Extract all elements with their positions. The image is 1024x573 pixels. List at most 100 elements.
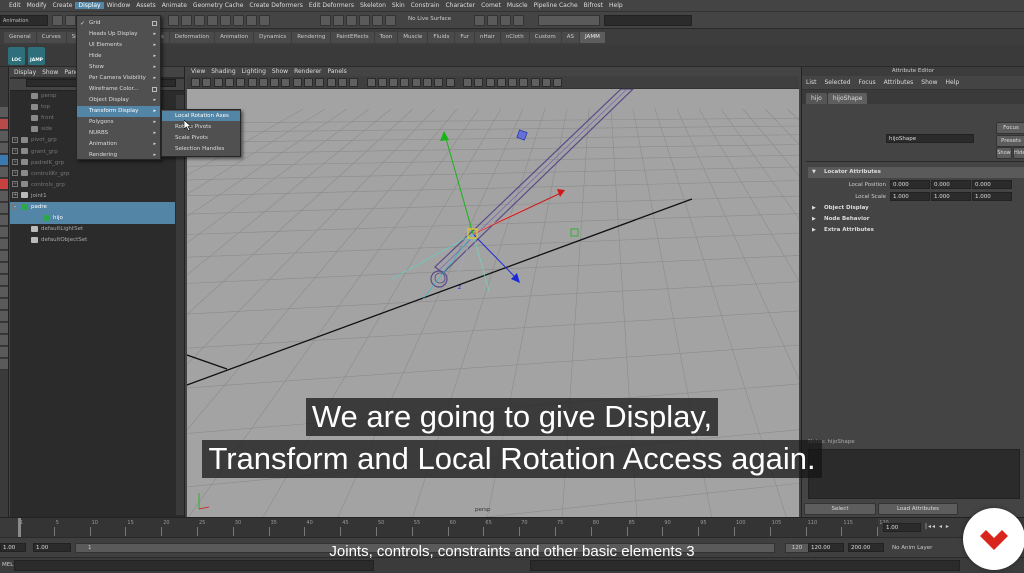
command-input[interactable] <box>14 560 374 571</box>
option-box-icon[interactable] <box>152 87 157 92</box>
viewport-tool-icon-11[interactable] <box>304 78 313 87</box>
viewport-tool-icon-31[interactable] <box>542 78 551 87</box>
shelf-tab-jamm[interactable]: JAMM <box>580 31 605 43</box>
ipr-icon[interactable] <box>346 15 357 26</box>
display-menu-item-grid[interactable]: ✓ Grid <box>77 18 160 29</box>
viewport-tool-icon-22[interactable] <box>434 78 444 87</box>
tool-icon-12[interactable] <box>0 239 8 250</box>
open-scene-icon[interactable] <box>65 15 76 26</box>
focus-button[interactable]: Focus <box>996 122 1024 134</box>
magnet-icon[interactable] <box>385 15 396 26</box>
toggle-tool-icon[interactable] <box>487 15 498 26</box>
outliner-row-joint1[interactable]: + joint1 <box>10 191 175 202</box>
viewport-tool-icon-10[interactable] <box>292 78 302 87</box>
select-component-icon[interactable] <box>194 15 205 26</box>
shelf-tab-custom[interactable]: Custom <box>529 31 561 43</box>
tool-icon-8[interactable] <box>0 191 8 202</box>
toggle-layer-icon[interactable] <box>513 15 524 26</box>
transform-menu-item-rotate-pivots[interactable]: Rotate Pivots <box>162 122 240 132</box>
ae-menu-help[interactable]: Help <box>945 79 959 86</box>
tool-icon-13[interactable] <box>0 251 8 262</box>
display-menu-item-heads-up-display[interactable]: Heads Up Display ▸ <box>77 29 160 40</box>
viewport-tool-icon-16[interactable] <box>366 78 376 87</box>
tool-icon-15[interactable] <box>0 275 8 286</box>
outliner-menu-display[interactable]: Display <box>14 69 36 76</box>
shelf-tab-general[interactable]: General <box>4 31 36 43</box>
mel-label[interactable]: MEL <box>2 562 13 568</box>
snap-plane-icon[interactable] <box>246 15 257 26</box>
viewport-menu-view[interactable]: View <box>191 68 205 75</box>
shelf-tab-fur[interactable]: Fur <box>455 31 475 43</box>
tool-icon-22[interactable] <box>0 359 8 370</box>
menu-skin[interactable]: Skin <box>389 2 408 9</box>
viewport-menu-show[interactable]: Show <box>272 68 288 75</box>
display-menu-item-polygons[interactable]: Polygons ▸ <box>77 117 160 128</box>
expand-toggle-icon[interactable]: + <box>12 170 18 177</box>
jamp-shelf-icon[interactable]: JAMP <box>28 47 45 65</box>
viewport-tool-icon-6[interactable] <box>247 78 257 87</box>
outliner-row-padre[interactable]: - padre <box>10 202 175 213</box>
shelf-tab-painteffects[interactable]: PaintEffects <box>331 31 374 43</box>
local-position-x[interactable]: 0.000 <box>890 180 930 189</box>
manip-green-cube[interactable] <box>570 228 579 237</box>
menu-assets[interactable]: Assets <box>133 2 159 9</box>
menu-constrain[interactable]: Constrain <box>408 2 443 9</box>
tool-icon-10[interactable] <box>0 215 8 226</box>
ae-menu-focus[interactable]: Focus <box>859 79 876 86</box>
tool-icon-17[interactable] <box>0 299 8 310</box>
time-slider-ticks[interactable]: 1 5 10 15 20 25 30 35 40 45 50 55 60 65 70 75 80 85 90 95 10… <box>18 518 889 538</box>
tool-icon-7[interactable] <box>0 179 8 190</box>
local-scale-y[interactable]: 1.000 <box>931 192 971 201</box>
outliner-menu-show[interactable]: Show <box>42 69 58 76</box>
snap-point-icon[interactable] <box>233 15 244 26</box>
menu-animate[interactable]: Animate <box>159 2 190 9</box>
menu-geometry-cache[interactable]: Geometry Cache <box>190 2 246 9</box>
shelf-tab-fluids[interactable]: Fluids <box>428 31 455 43</box>
history-icon[interactable] <box>320 15 331 26</box>
tool-icon-11[interactable] <box>0 227 8 238</box>
menu-character[interactable]: Character <box>442 2 478 9</box>
tool-icon-5[interactable] <box>0 155 8 166</box>
render-settings-icon[interactable] <box>359 15 370 26</box>
hide-button[interactable]: Hide <box>1013 147 1024 159</box>
outliner-row-hijo[interactable]: hijo <box>10 213 175 225</box>
select-hierarchy-icon[interactable] <box>168 15 179 26</box>
expand-toggle-icon[interactable]: - <box>12 203 18 210</box>
toggle-panel-icon[interactable] <box>474 15 485 26</box>
current-time-marker[interactable] <box>18 518 21 538</box>
viewport-tool-icon-24[interactable] <box>462 78 472 87</box>
presets-button[interactable]: Presets <box>996 135 1024 147</box>
menu-muscle[interactable]: Muscle <box>504 2 531 9</box>
viewport-tool-icon-29[interactable] <box>519 78 529 87</box>
viewport-tool-icon-15[interactable] <box>349 78 359 87</box>
viewport-tool-icon-25[interactable] <box>474 78 484 87</box>
viewport-menu-lighting[interactable]: Lighting <box>242 68 266 75</box>
local-position-y[interactable]: 0.000 <box>931 180 971 189</box>
display-menu-item-hide[interactable]: Hide ▸ <box>77 51 160 62</box>
viewport-tool-icon-8[interactable] <box>270 78 280 87</box>
tool-icon-4[interactable] <box>0 143 8 154</box>
viewport-tool-icon-4[interactable] <box>224 78 234 87</box>
outliner-row-controlikr-grp[interactable]: + controlIKr_grp <box>10 169 175 180</box>
viewport-tool-icon-23[interactable] <box>445 78 455 87</box>
display-menu-item-per-camera-visibility[interactable]: Per Camera Visibility ▸ <box>77 73 160 84</box>
outliner-row-controls-grp[interactable]: + controls_grp <box>10 180 175 191</box>
viewport-tool-icon-32[interactable] <box>553 78 563 87</box>
local-scale-z[interactable]: 1.000 <box>972 192 1012 201</box>
time-slider[interactable]: 1 5 10 15 20 25 30 35 40 45 50 55 60 65 70 75 80 85 90 95 10… <box>0 517 1024 538</box>
menu-window[interactable]: Window <box>104 2 134 9</box>
ae-section-extra-attributes[interactable]: ▶ Extra Attributes <box>808 225 1024 236</box>
shelf-tab-as[interactable]: AS <box>561 31 580 43</box>
viewport-tool-icon-26[interactable] <box>485 78 495 87</box>
shelf-tab-ncloth[interactable]: nCloth <box>500 31 529 43</box>
ae-menu-selected[interactable]: Selected <box>825 79 851 86</box>
ae-tab-hijoshape[interactable]: hijoShape <box>827 93 868 104</box>
viewport-tool-icon-14[interactable] <box>337 78 347 87</box>
render-icon[interactable] <box>333 15 344 26</box>
viewport-tool-icon-28[interactable] <box>508 78 518 87</box>
option-box-icon[interactable] <box>152 21 157 26</box>
playback-controls-icon[interactable]: |◂◂ ◂ ▸ <box>925 523 950 530</box>
shelf-tab-rendering[interactable]: Rendering <box>292 31 331 43</box>
ae-section-locator-attributes[interactable]: ▼ Locator Attributes <box>808 167 1024 178</box>
display-menu-item-transform-display[interactable]: Transform Display ▸ <box>77 106 160 117</box>
